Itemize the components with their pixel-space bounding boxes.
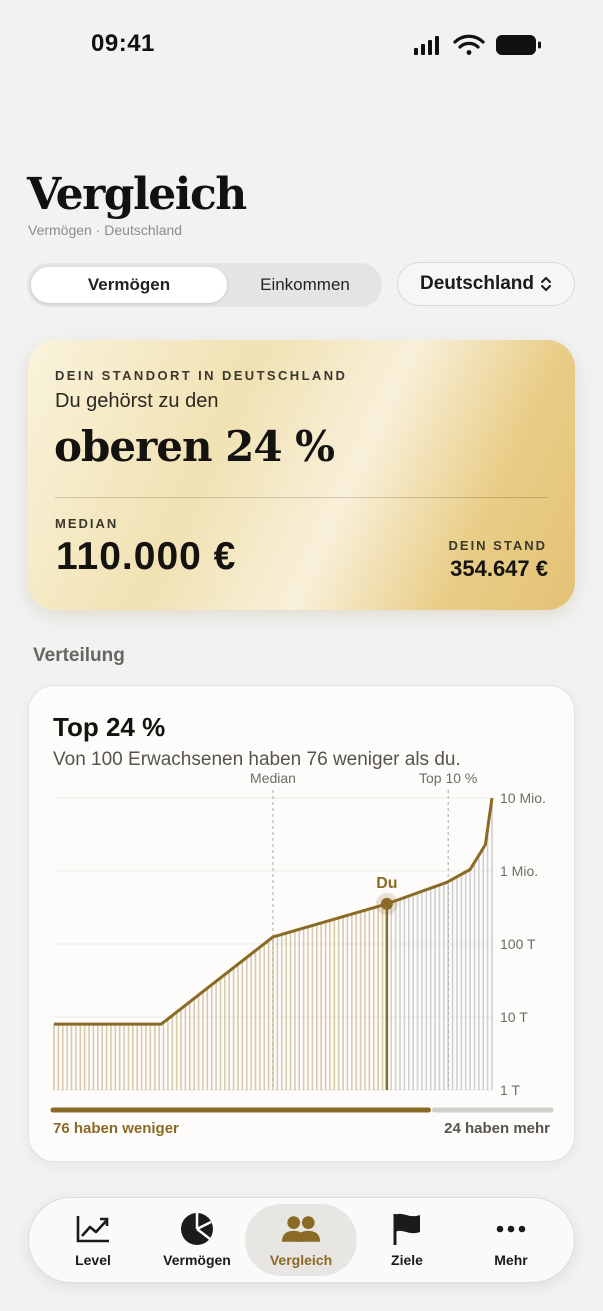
tab-mehr[interactable]: Mehr: [455, 1204, 567, 1276]
y-tick-label: 1 Mio.: [500, 863, 538, 879]
distribution-card: 1 T 10 T 100 T 1 Mio. 10 Mio. Median Top 10 % D…: [28, 685, 575, 1162]
median-label: MEDIAN: [55, 516, 119, 531]
tab-bar: Level Vermögen Vergleich Ziele Mehr: [28, 1197, 575, 1283]
marker-label: Top 10 %: [419, 770, 477, 786]
tab-vermoegen[interactable]: Vermögen: [141, 1204, 253, 1276]
hero-rank: oberen 24 %: [54, 422, 335, 471]
segment-vermoegen[interactable]: Vermögen: [31, 267, 227, 303]
status-bar: 09:41: [0, 0, 603, 90]
hero-lead: Du gehörst zu den: [55, 390, 219, 412]
more-dots-icon: [491, 1212, 531, 1246]
country-select-value: Deutschland: [419, 273, 535, 294]
y-tick-label: 1 T: [500, 1082, 520, 1098]
tab-label: Vermögen: [163, 1252, 231, 1268]
status-time: 09:41: [91, 30, 155, 57]
cellular-signal-icon: [414, 36, 439, 55]
pie-chart-icon: [177, 1212, 217, 1246]
page-subtitle: Vermögen · Deutschland: [28, 222, 183, 238]
y-tick-label: 10 Mio.: [500, 790, 546, 806]
own-wealth-value: 354.647 €: [450, 556, 548, 581]
trend-icon: [73, 1212, 113, 1246]
tab-vergleich[interactable]: Vergleich: [245, 1204, 357, 1276]
tab-label: Vergleich: [269, 1252, 333, 1268]
tab-level[interactable]: Level: [37, 1204, 149, 1276]
status-icons: [414, 34, 541, 55]
chevron-up-down-icon: [541, 277, 552, 291]
hero-eyebrow: DEIN STANDORT IN DEUTSCHLAND: [55, 368, 348, 383]
own-position-label: Du: [376, 875, 397, 892]
section-heading: Verteilung: [33, 645, 125, 666]
marker-label: Median: [250, 770, 296, 786]
rank-summary-card: DEIN STANDORT IN DEUTSCHLAND Du gehörst …: [28, 340, 575, 610]
battery-icon: [496, 35, 541, 55]
distribution-title: Top 24 %: [53, 712, 166, 742]
median-value: 110.000 €: [56, 535, 237, 578]
legend-less: 76 haben weniger: [53, 1120, 179, 1137]
tab-label: Level: [75, 1252, 111, 1268]
tab-ziele[interactable]: Ziele: [351, 1204, 463, 1276]
y-tick-label: 10 T: [500, 1009, 528, 1025]
page-title: Vergleich: [27, 169, 247, 220]
legend-more: 24 haben mehr: [444, 1120, 550, 1137]
segment-einkommen[interactable]: Einkommen: [231, 267, 379, 303]
flag-icon: [387, 1212, 427, 1246]
metric-segmented-control: Vermögen Einkommen: [27, 263, 382, 307]
tab-label: Mehr: [494, 1252, 528, 1268]
distribution-subtitle: Von 100 Erwachsenen haben 76 weniger als…: [53, 749, 461, 770]
y-tick-label: 100 T: [500, 936, 536, 952]
own-wealth-label: DEIN STAND: [448, 538, 547, 553]
tab-label: Ziele: [391, 1252, 423, 1268]
wifi-icon: [453, 34, 485, 55]
hero-divider: [55, 497, 548, 498]
own-position-dot: [380, 897, 393, 910]
people-icon: [281, 1212, 321, 1246]
country-select[interactable]: Deutschland: [397, 262, 575, 306]
